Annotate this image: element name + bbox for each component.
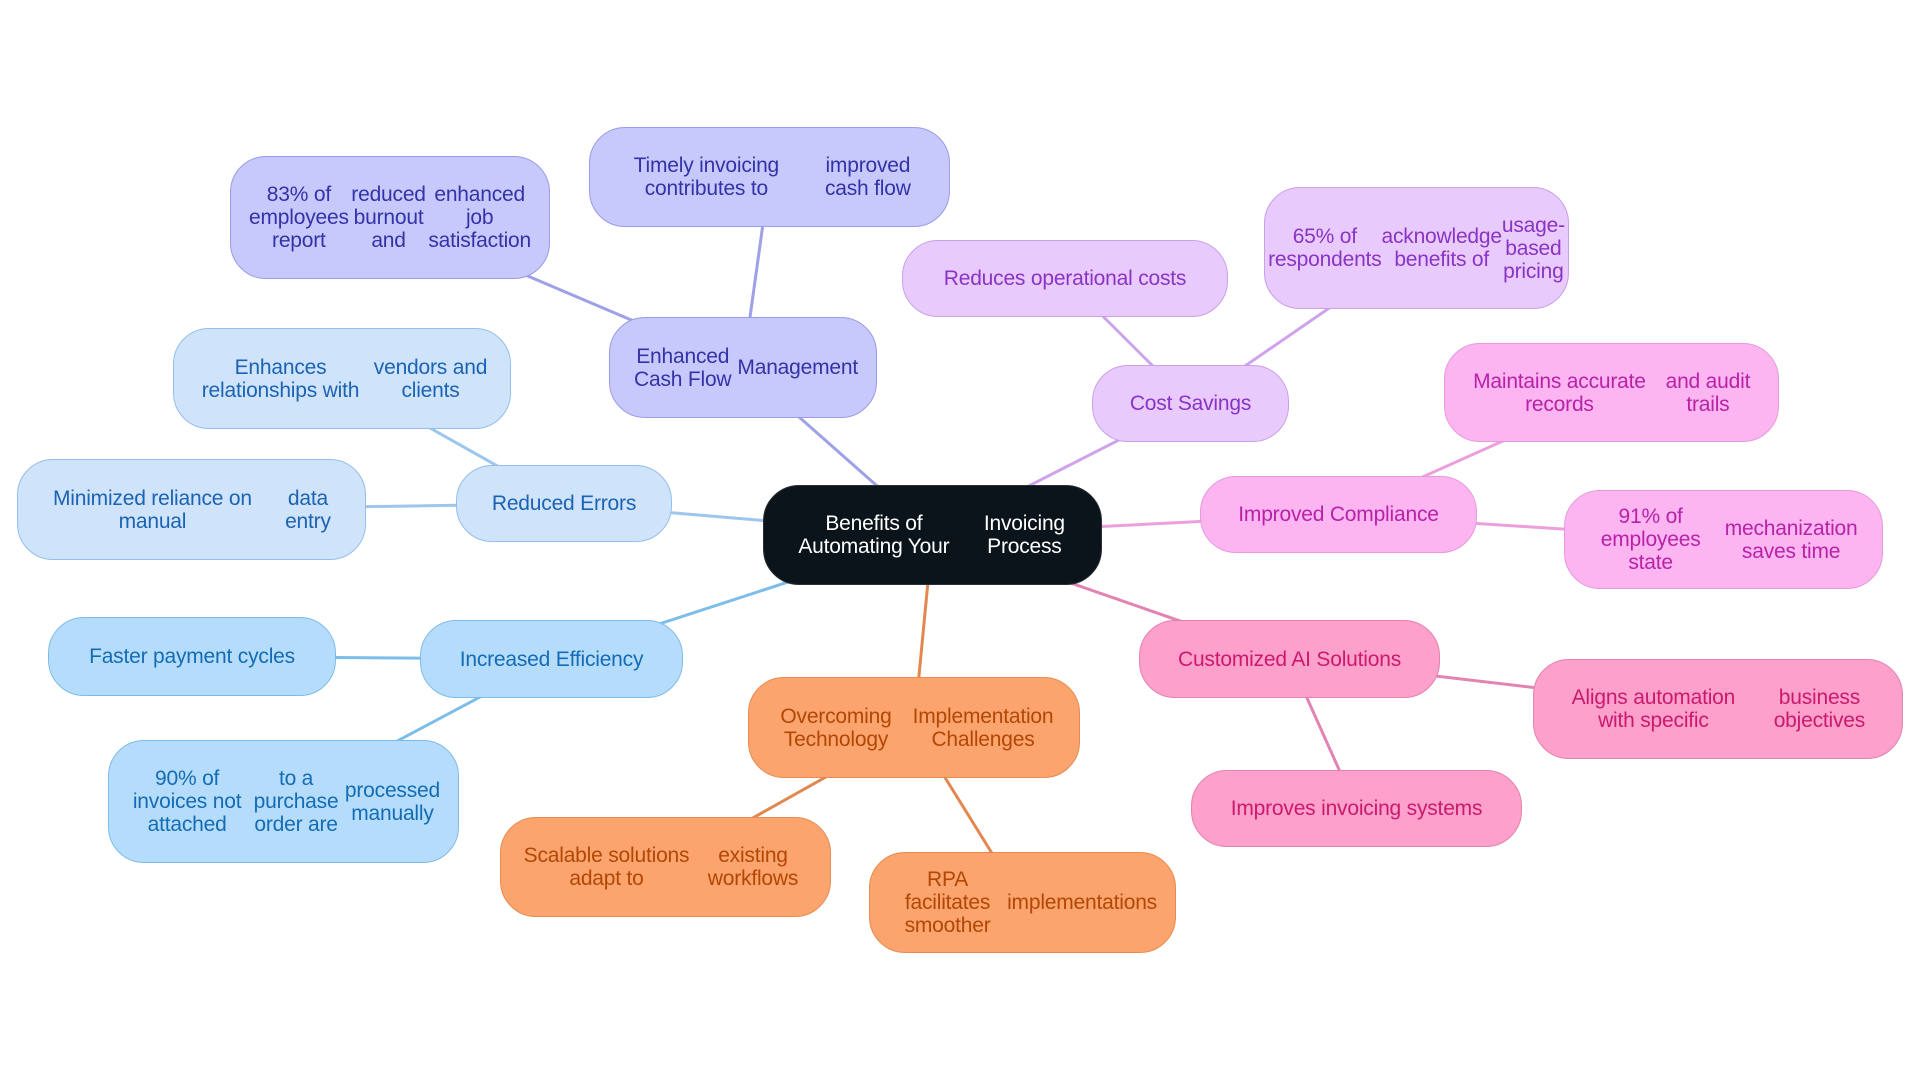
node-label-line: Reduced Errors <box>491 492 637 515</box>
leaf-node-mechanization-saves-time: 91% of employees state mechanization sav… <box>1564 490 1883 589</box>
node-label-line: Customized AI Solutions <box>1177 647 1402 671</box>
node-label-line: Aligns automation with specific <box>1571 686 1736 732</box>
node-label-line: RPA facilitates smoother <box>904 868 991 937</box>
node-label-line: vendors and clients <box>373 355 488 402</box>
leaf-node-improves-invoicing: Improves invoicing systems <box>1191 770 1522 847</box>
node-label-line: business objectives <box>1773 686 1866 732</box>
node-label-line: Cost Savings <box>1129 392 1252 415</box>
node-label-line: 91% of employees state <box>1600 505 1701 574</box>
leaf-node-faster-payment: Faster payment cycles <box>48 617 336 696</box>
node-label-line: Improves invoicing systems <box>1230 797 1483 820</box>
node-label-line: Faster payment cycles <box>89 645 295 668</box>
branch-node-cost-savings: Cost Savings <box>1092 365 1289 442</box>
node-label-line: Enhanced Cash Flow <box>634 344 732 391</box>
leaf-node-scalable-solutions: Scalable solutions adapt to existing wor… <box>500 817 831 917</box>
node-label-line: 83% of employees report <box>249 183 349 252</box>
node-label-line: implementations <box>1007 891 1157 914</box>
node-label-line: reduced burnout and <box>351 183 426 252</box>
node-label-line: Reduces operational costs <box>943 267 1187 290</box>
leaf-node-employee-burnout: 83% of employees report reduced burnout … <box>230 156 550 279</box>
leaf-node-invoices-manual: 90% of invoices not attached to a purcha… <box>108 740 459 863</box>
node-label-line: Enhances relationships with <box>201 355 360 402</box>
leaf-node-vendor-relationships: Enhances relationships with vendors and … <box>173 328 511 429</box>
node-label-line: Timely invoicing contributes to <box>633 154 780 200</box>
leaf-node-operational-costs: Reduces operational costs <box>902 240 1228 317</box>
node-label-line: Overcoming Technology <box>780 704 892 751</box>
branch-node-increased-efficiency: Increased Efficiency <box>420 620 683 698</box>
node-label-line: Management <box>737 356 858 379</box>
node-label-line: existing workflows <box>707 844 799 890</box>
branch-node-enhanced-cash-flow: Enhanced Cash Flow Management <box>609 317 877 418</box>
node-label-line: Increased Efficiency <box>459 647 644 671</box>
node-label-line: Minimized reliance on manual <box>52 486 252 533</box>
leaf-node-aligns-automation: Aligns automation with specific business… <box>1533 659 1903 759</box>
root-node-label-line: Invoicing Process <box>983 512 1065 558</box>
node-label-line: Improved Compliance <box>1238 503 1439 526</box>
node-label-line: to a purchase order are <box>253 767 339 836</box>
node-label-line: data entry <box>285 486 331 533</box>
node-label-line: acknowledge benefits of <box>1381 225 1502 271</box>
branch-node-customized-ai: Customized AI Solutions <box>1139 620 1440 698</box>
node-label-line: Scalable solutions adapt to <box>523 844 690 890</box>
branch-node-improved-compliance: Improved Compliance <box>1200 476 1477 553</box>
node-label-line: enhanced job satisfaction <box>428 183 532 252</box>
leaf-node-rpa: RPA facilitates smoother implementations <box>869 852 1176 953</box>
node-label-line: improved cash flow <box>824 154 911 200</box>
node-label-line: processed manually <box>344 778 440 825</box>
leaf-node-timely-invoicing: Timely invoicing contributes to improved… <box>589 127 950 227</box>
leaf-node-audit-trails: Maintains accurate records and audit tra… <box>1444 343 1779 442</box>
node-label-line: and audit trails <box>1665 369 1751 416</box>
node-label-line: Implementation Challenges <box>912 704 1054 751</box>
branch-node-reduced-errors: Reduced Errors <box>456 465 672 542</box>
leaf-node-usage-based-pricing: 65% of respondents acknowledge benefits … <box>1264 187 1569 309</box>
leaf-node-manual-data-entry: Minimized reliance on manual data entry <box>17 459 366 560</box>
node-label-line: 90% of invoices not attached <box>132 767 242 836</box>
root-node-label-line: Benefits of Automating Your <box>798 512 950 558</box>
node-label-line: 65% of respondents <box>1268 225 1382 271</box>
node-label-line: usage-based pricing <box>1501 213 1565 283</box>
node-label-line: Maintains accurate records <box>1473 369 1646 416</box>
branch-node-technology-challenges: Overcoming Technology Implementation Cha… <box>748 677 1080 778</box>
node-label-line: mechanization saves time <box>1724 516 1858 563</box>
root-node: Benefits of Automating Your Invoicing Pr… <box>763 485 1102 585</box>
